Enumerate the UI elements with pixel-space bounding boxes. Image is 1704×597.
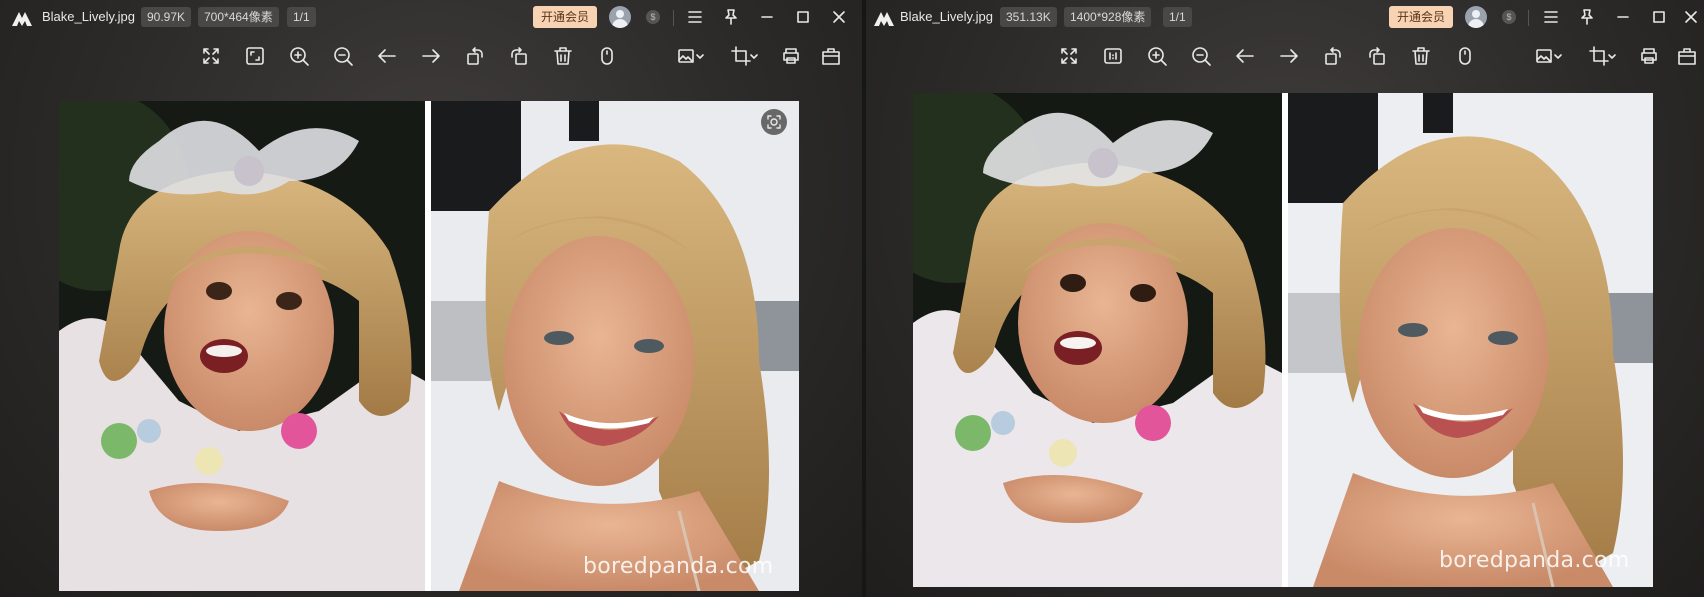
minimize-icon[interactable] [758, 8, 776, 26]
photo-illustration [59, 101, 799, 591]
arrow-right-icon[interactable] [420, 45, 442, 67]
arrow-left-icon[interactable] [376, 45, 398, 67]
viewer-window-right: Blake_Lively.jpg 351.13K 1400*928像素 1/1 … [866, 0, 1704, 597]
file-name: Blake_Lively.jpg [42, 9, 135, 24]
delete-icon[interactable] [552, 45, 574, 67]
rotate-right-icon[interactable] [1366, 45, 1388, 67]
image-edit-icon[interactable] [676, 45, 706, 67]
avatar[interactable] [1465, 6, 1487, 28]
image-edit-icon[interactable] [1534, 45, 1564, 67]
avatar[interactable] [609, 6, 631, 28]
fullscreen-icon[interactable] [200, 45, 222, 67]
crop-icon[interactable] [730, 45, 760, 67]
arrow-right-icon[interactable] [1278, 45, 1300, 67]
page-counter-badge: 1/1 [287, 7, 316, 27]
face-scan-icon[interactable] [761, 109, 787, 135]
rotate-left-icon[interactable] [464, 45, 486, 67]
pin-icon[interactable] [722, 8, 740, 26]
photo-image: boredpanda.com [59, 101, 799, 591]
open-icon[interactable] [820, 45, 842, 67]
minimize-icon[interactable] [1614, 8, 1632, 26]
file-name: Blake_Lively.jpg [900, 9, 993, 24]
coin-icon[interactable]: $ [1502, 10, 1516, 24]
maximize-icon[interactable] [794, 8, 812, 26]
zoom-in-icon[interactable] [1146, 45, 1168, 67]
photo-illustration [913, 93, 1653, 587]
zoom-out-icon[interactable] [332, 45, 354, 67]
watermark-text: boredpanda.com [583, 554, 774, 579]
print-icon[interactable] [780, 45, 802, 67]
print-icon[interactable] [1638, 45, 1660, 67]
rotate-right-icon[interactable] [508, 45, 530, 67]
title-bar: Blake_Lively.jpg 90.97K 700*464像素 1/1 开通… [0, 0, 862, 36]
title-bar: Blake_Lively.jpg 351.13K 1400*928像素 1/1 … [866, 0, 1704, 36]
title-divider [673, 10, 674, 26]
file-size-badge: 351.13K [1000, 7, 1057, 27]
photo-image: boredpanda.com [913, 93, 1653, 587]
watermark-text: boredpanda.com [1439, 548, 1630, 573]
delete-icon[interactable] [1410, 45, 1432, 67]
title-divider [1528, 10, 1529, 26]
crop-icon[interactable] [1588, 45, 1618, 67]
maximize-icon[interactable] [1650, 8, 1668, 26]
mouse-icon[interactable] [596, 45, 618, 67]
vip-button[interactable]: 开通会员 [533, 6, 598, 28]
rotate-left-icon[interactable] [1322, 45, 1344, 67]
menu-icon[interactable] [686, 8, 704, 26]
arrow-left-icon[interactable] [1234, 45, 1256, 67]
page-counter-badge: 1/1 [1163, 7, 1192, 27]
viewer-window-left: Blake_Lively.jpg 90.97K 700*464像素 1/1 开通… [0, 0, 862, 597]
file-size-badge: 90.97K [141, 7, 192, 27]
zoom-in-icon[interactable] [288, 45, 310, 67]
mouse-icon[interactable] [1454, 45, 1476, 67]
pin-icon[interactable] [1578, 8, 1596, 26]
vip-button[interactable]: 开通会员 [1389, 6, 1454, 28]
close-icon[interactable] [1682, 8, 1700, 26]
coin-icon[interactable]: $ [646, 10, 660, 24]
fit-icon[interactable] [244, 45, 266, 67]
actual-size-icon[interactable] [1102, 45, 1124, 67]
menu-icon[interactable] [1542, 8, 1560, 26]
fullscreen-icon[interactable] [1058, 45, 1080, 67]
app-logo-icon [10, 8, 34, 28]
close-icon[interactable] [830, 8, 848, 26]
dimensions-badge: 1400*928像素 [1064, 7, 1152, 27]
open-icon[interactable] [1676, 45, 1698, 67]
zoom-out-icon[interactable] [1190, 45, 1212, 67]
app-logo-icon [872, 8, 896, 28]
dimensions-badge: 700*464像素 [198, 7, 279, 27]
